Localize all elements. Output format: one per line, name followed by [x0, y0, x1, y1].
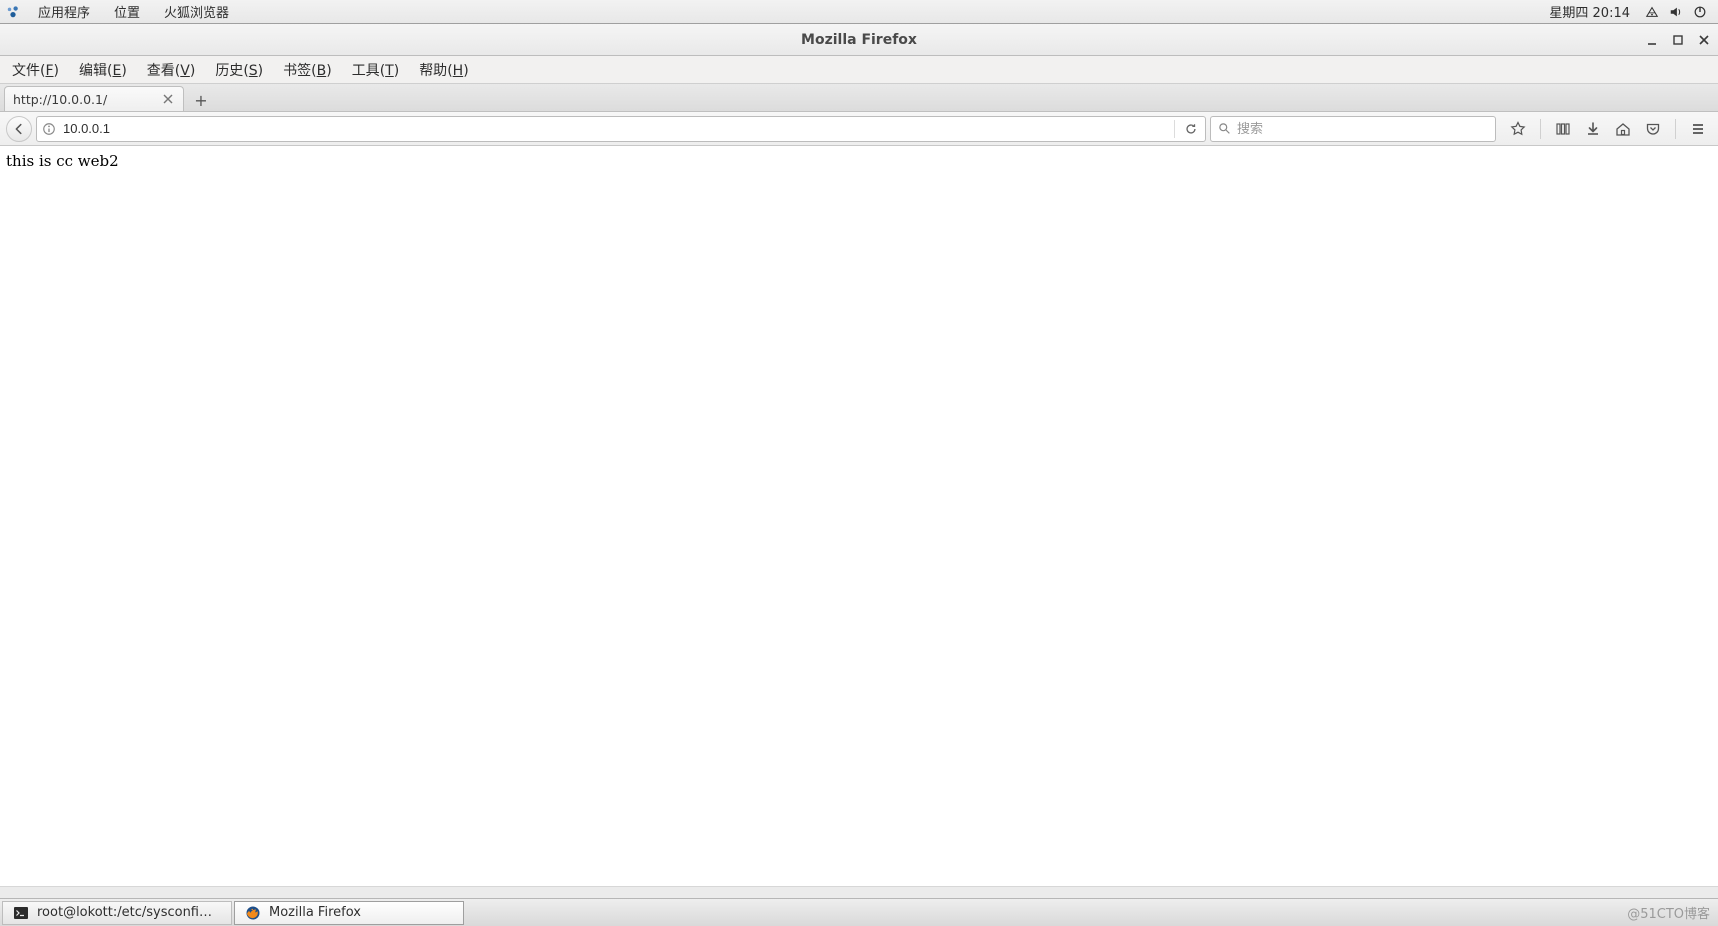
window-controls	[1644, 24, 1712, 55]
network-icon[interactable]	[1644, 4, 1660, 20]
taskbar-item-label: root@lokott:/etc/sysconfig/networ…	[37, 905, 217, 920]
taskbar-item-terminal[interactable]: root@lokott:/etc/sysconfig/networ…	[2, 901, 232, 925]
system-top-panel: 应用程序 位置 火狐浏览器 星期四 20:14	[0, 0, 1718, 24]
tab-close-icon[interactable]	[161, 92, 175, 106]
star-icon[interactable]	[1508, 119, 1528, 139]
page-viewport: this is cc web2	[0, 146, 1718, 886]
firefox-menu[interactable]: 火狐浏览器	[158, 2, 235, 21]
menu-accel: B	[317, 63, 327, 79]
page-content-text: this is cc web2	[6, 152, 1712, 170]
menu-label: 书签	[283, 63, 311, 79]
toolbar-icons	[1500, 119, 1712, 139]
back-button[interactable]	[6, 116, 32, 142]
status-strip	[0, 886, 1718, 898]
separator	[1675, 119, 1676, 139]
gnome-logo-icon	[6, 5, 20, 19]
menu-help[interactable]: 帮助(H)	[411, 57, 476, 83]
close-button[interactable]	[1696, 32, 1712, 48]
new-tab-button[interactable]: +	[189, 89, 213, 111]
volume-icon[interactable]	[1668, 4, 1684, 20]
clock[interactable]: 星期四 20:14	[1549, 2, 1630, 21]
tab-title: http://10.0.0.1/	[13, 92, 161, 107]
library-icon[interactable]	[1553, 119, 1573, 139]
firefox-icon	[245, 905, 261, 921]
menu-accel: H	[453, 63, 464, 79]
search-bar[interactable]	[1210, 116, 1496, 142]
browser-tab[interactable]: http://10.0.0.1/	[4, 86, 184, 111]
pocket-icon[interactable]	[1643, 119, 1663, 139]
power-icon[interactable]	[1692, 4, 1708, 20]
menu-label: 编辑	[79, 63, 107, 79]
window-titlebar[interactable]: Mozilla Firefox	[0, 24, 1718, 56]
address-bar[interactable]	[36, 116, 1206, 142]
info-icon[interactable]	[41, 121, 57, 137]
url-input[interactable]	[63, 121, 1168, 136]
menu-accel: F	[45, 63, 53, 79]
bottom-taskbar: root@lokott:/etc/sysconfig/networ… Mozil…	[0, 898, 1718, 926]
window-title: Mozilla Firefox	[0, 32, 1718, 48]
menu-tools[interactable]: 工具(T)	[344, 57, 408, 83]
system-panel-left: 应用程序 位置 火狐浏览器	[6, 2, 235, 21]
reload-button[interactable]	[1181, 119, 1201, 139]
menu-label: 文件	[12, 63, 40, 79]
menu-file[interactable]: 文件(F)	[4, 57, 67, 83]
search-input[interactable]	[1237, 121, 1489, 136]
minimize-button[interactable]	[1644, 32, 1660, 48]
menu-history[interactable]: 历史(S)	[207, 57, 271, 83]
menu-view[interactable]: 查看(V)	[139, 57, 204, 83]
menu-bookmarks[interactable]: 书签(B)	[275, 57, 340, 83]
home-icon[interactable]	[1613, 119, 1633, 139]
menu-label: 查看	[147, 63, 175, 79]
menu-accel: S	[249, 63, 258, 79]
maximize-button[interactable]	[1670, 32, 1686, 48]
magnify-icon	[1217, 122, 1231, 136]
separator	[1174, 120, 1175, 138]
terminal-icon	[13, 905, 29, 921]
tab-strip: http://10.0.0.1/ +	[0, 84, 1718, 112]
menu-label: 工具	[352, 63, 380, 79]
menu-label: 帮助	[419, 63, 447, 79]
system-panel-right: 星期四 20:14	[1549, 2, 1712, 21]
applications-menu[interactable]: 应用程序	[32, 2, 96, 21]
plus-icon: +	[194, 91, 207, 110]
places-menu[interactable]: 位置	[108, 2, 146, 21]
navigation-toolbar	[0, 112, 1718, 146]
watermark: @51CTO博客	[1627, 903, 1710, 922]
menu-edit[interactable]: 编辑(E)	[71, 57, 135, 83]
menu-accel: V	[180, 63, 190, 79]
taskbar-item-label: Mozilla Firefox	[269, 905, 361, 920]
separator	[1540, 119, 1541, 139]
hamburger-icon[interactable]	[1688, 119, 1708, 139]
taskbar-item-firefox[interactable]: Mozilla Firefox	[234, 901, 464, 925]
downloads-icon[interactable]	[1583, 119, 1603, 139]
menu-label: 历史	[215, 63, 243, 79]
menu-accel: E	[112, 63, 121, 79]
browser-menubar: 文件(F) 编辑(E) 查看(V) 历史(S) 书签(B) 工具(T) 帮助(H…	[0, 56, 1718, 84]
menu-accel: T	[385, 63, 394, 79]
